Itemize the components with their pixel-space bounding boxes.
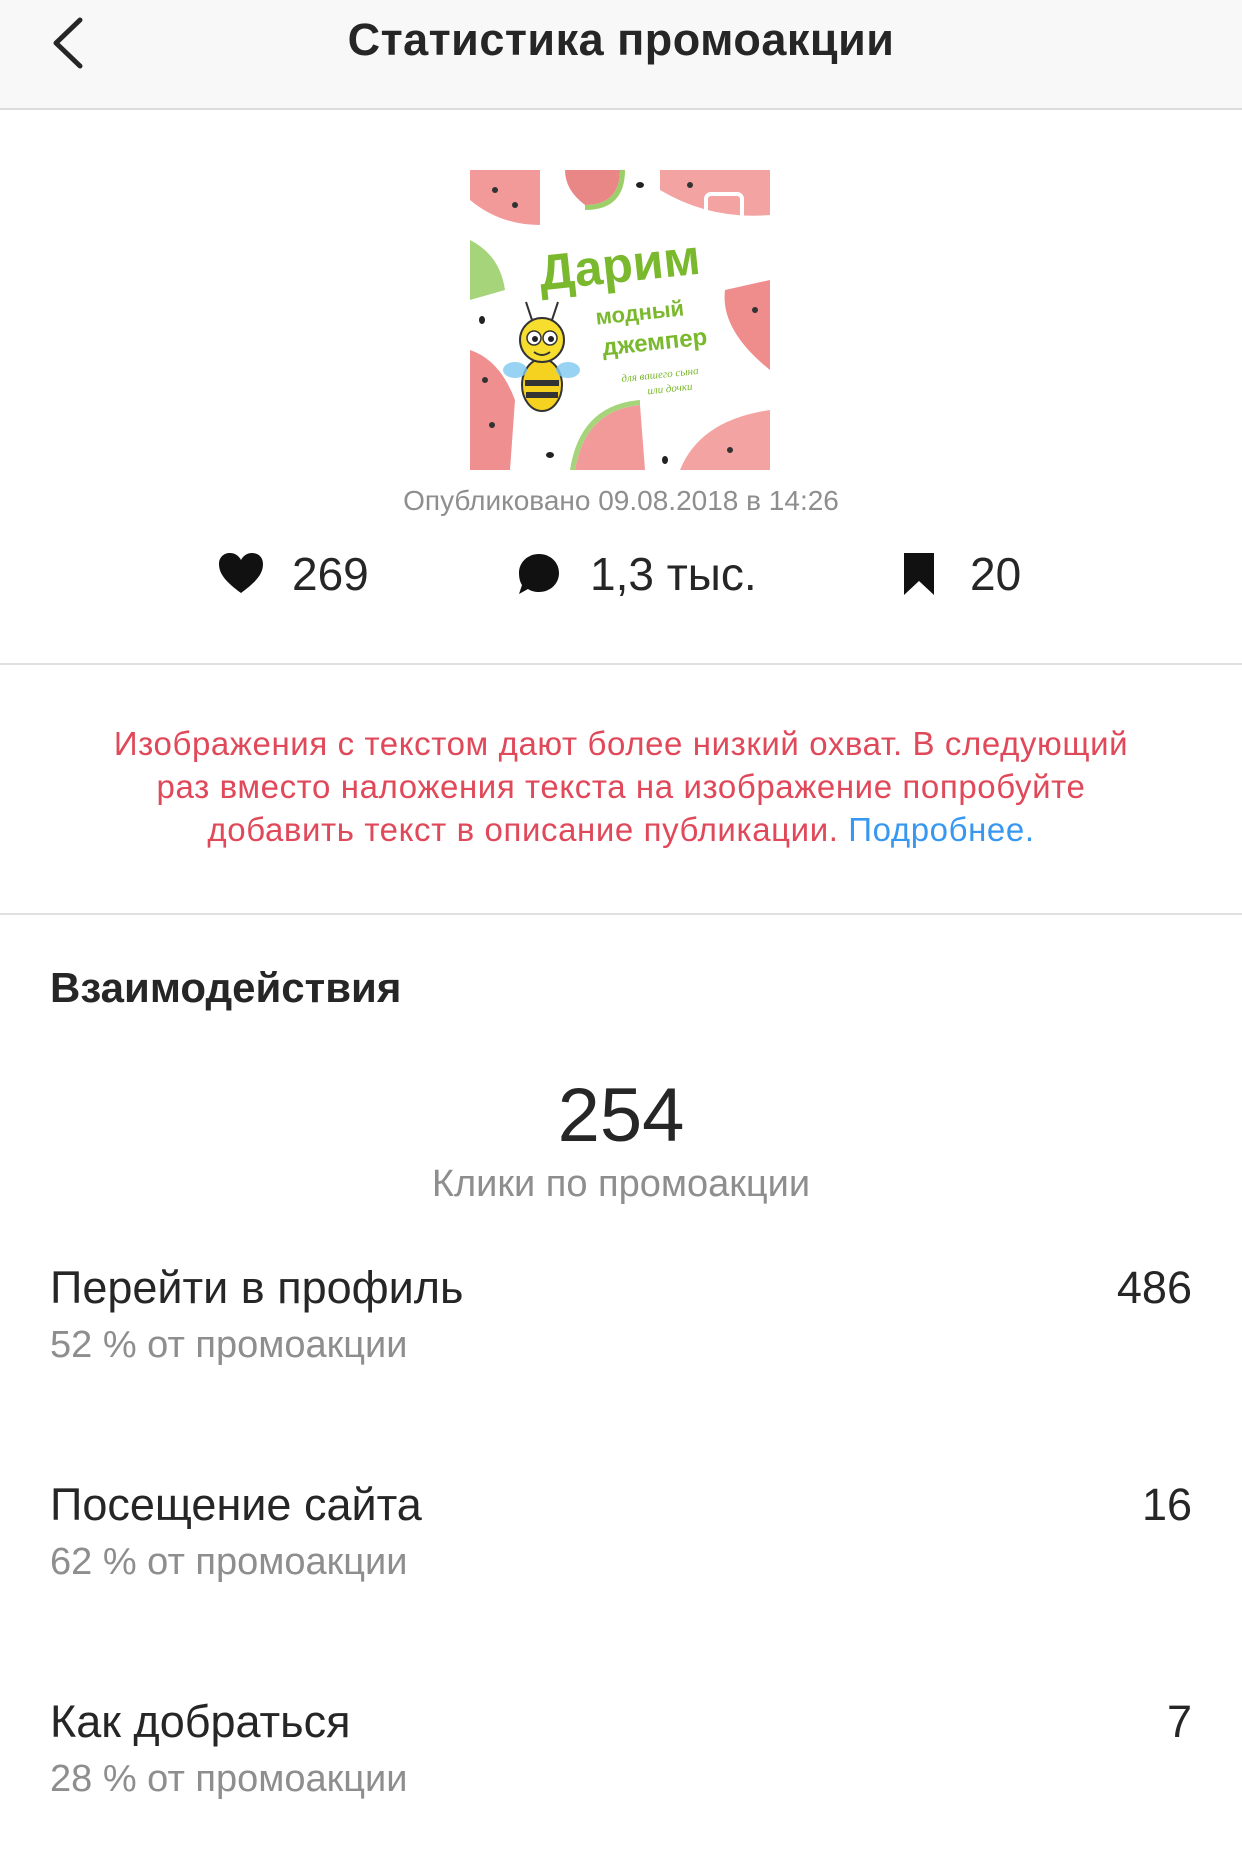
nav-header: Статистика промоакции — [0, 0, 1242, 110]
divider — [0, 913, 1242, 915]
comment-bubble-icon — [519, 554, 559, 594]
warning-line-2: раз вместо наложения текста на изображен… — [156, 768, 1086, 805]
saves-metric: 20 — [894, 546, 1021, 602]
heart-icon — [219, 553, 263, 593]
total-clicks-value: 254 — [557, 1073, 685, 1158]
comments-count: 1,3 тыс. — [590, 548, 757, 600]
stat-row-directions: Как добраться 28 % от промоакции 7 — [50, 1696, 1192, 1806]
page-title: Статистика промоакции — [347, 14, 895, 65]
learn-more-link[interactable]: Подробнее. — [848, 811, 1034, 848]
stat-value: 7 — [1166, 1696, 1192, 1747]
total-clicks-caption: Клики по промоакции — [431, 1163, 811, 1205]
likes-count: 269 — [292, 548, 369, 600]
section-title-interactions: Взаимодействия — [50, 964, 402, 1011]
promo-stats-screen: Статистика промоакции Дарим модный джемп… — [0, 0, 1242, 1862]
stat-label: Как добраться — [50, 1696, 351, 1747]
stat-row-profile: Перейти в профиль 52 % от промоакции 486 — [50, 1262, 1192, 1372]
divider — [0, 663, 1242, 665]
warning-line-1: Изображения с текстом дают более низкий … — [113, 725, 1129, 762]
post-thumbnail[interactable]: Дарим модный джемпер для вашего сына или… — [470, 170, 770, 470]
stat-label: Перейти в профиль — [50, 1262, 464, 1313]
comments-metric: 1,3 тыс. — [514, 546, 757, 602]
text-overlay-warning: Изображения с текстом дают более низкий … — [40, 722, 1202, 851]
warning-line-3: добавить текст в описание публикации. По… — [40, 808, 1202, 851]
stat-percentage: 52 % от промоакции — [50, 1324, 408, 1366]
stat-value: 486 — [1116, 1262, 1192, 1313]
stat-value: 16 — [1141, 1479, 1192, 1530]
published-date: Опубликовано 09.08.2018 в 14:26 — [403, 485, 839, 516]
likes-metric: 269 — [216, 546, 369, 602]
warning-line-3-text: добавить текст в описание публикации. — [207, 811, 839, 848]
saves-count: 20 — [970, 548, 1022, 600]
promo-image: Дарим модный джемпер для вашего сына или… — [470, 170, 770, 470]
stat-percentage: 28 % от промоакции — [50, 1758, 408, 1800]
stat-percentage: 62 % от промоакции — [50, 1541, 408, 1583]
bookmark-icon — [904, 553, 934, 595]
stat-row-website: Посещение сайта 62 % от промоакции 16 — [50, 1479, 1192, 1589]
stat-label: Посещение сайта — [50, 1479, 422, 1530]
